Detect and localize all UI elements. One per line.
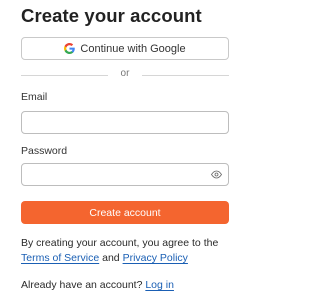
email-label: Email: [21, 91, 48, 103]
terms-of-service-link[interactable]: Terms of Service: [21, 252, 99, 264]
login-prompt-text: Already have an account?: [21, 279, 143, 291]
email-field[interactable]: [21, 111, 229, 134]
divider-line-right: [142, 75, 229, 76]
password-field[interactable]: [21, 163, 229, 186]
log-in-link[interactable]: Log in: [145, 279, 174, 291]
create-account-button[interactable]: Create account: [21, 201, 229, 224]
terms-connector: and: [102, 252, 120, 264]
continue-with-google-button[interactable]: Continue with Google: [21, 37, 229, 60]
page-title: Create your account: [21, 5, 202, 26]
or-divider: or: [21, 68, 229, 82]
signup-page: Create your account Continue with Google…: [0, 0, 256, 300]
terms-prefix: By creating your account, you agree to t…: [21, 237, 219, 249]
login-prompt: Already have an account? Log in: [21, 279, 174, 291]
divider-label: or: [120, 68, 130, 79]
google-icon: [64, 43, 76, 54]
google-button-label: Continue with Google: [80, 42, 186, 55]
password-label: Password: [21, 145, 68, 157]
eye-icon[interactable]: [211, 170, 222, 179]
privacy-policy-link[interactable]: Privacy Policy: [123, 252, 188, 264]
terms-text: By creating your account, you agree to t…: [21, 236, 246, 266]
